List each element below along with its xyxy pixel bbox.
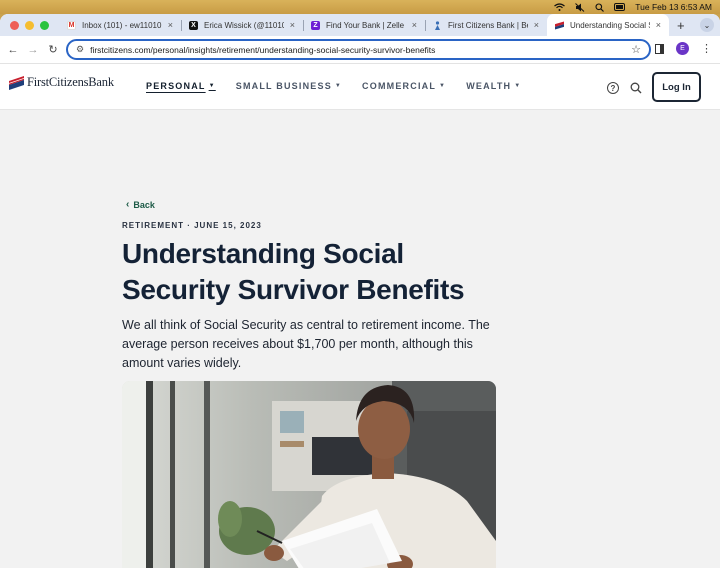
tab-title: Find Your Bank | Zelle En <box>326 20 406 30</box>
minimize-window-button[interactable] <box>25 20 34 30</box>
wifi-icon[interactable] <box>554 3 566 11</box>
tab-title: Inbox (101) - ew11010@g <box>82 20 162 30</box>
zelle-icon: Z <box>311 20 320 30</box>
tab-zelle[interactable]: Z Find Your Bank | Zelle En × <box>303 14 425 36</box>
nav-label: SMALL BUSINESS <box>235 81 332 91</box>
first-citizens-flag-logo-icon <box>9 75 24 90</box>
close-tab-icon[interactable]: × <box>168 20 173 30</box>
tab-gmail-inbox[interactable]: M Inbox (101) - ew11010@g × <box>59 14 181 36</box>
article-title-line: Understanding Social <box>122 238 404 269</box>
back-link[interactable]: ‹ Back <box>126 199 155 210</box>
side-panel-icon[interactable] <box>655 43 664 54</box>
tab-title: First Citizens Bank | Bett <box>448 20 528 30</box>
x-icon: X <box>189 20 198 30</box>
gmail-icon: M <box>67 20 76 30</box>
macos-menu-bar: Tue Feb 13 6:53 AM <box>0 0 720 14</box>
url-text[interactable]: firstcitizens.com/personal/insights/reti… <box>90 45 631 55</box>
lede-line: average person receives about $1,700 per… <box>122 337 473 351</box>
nav-label: COMMERCIAL <box>362 81 437 91</box>
new-tab-button[interactable]: + <box>669 14 693 36</box>
firstcitizens-icon <box>433 20 442 30</box>
tab-title: Erica Wissick (@11010er <box>204 20 284 30</box>
logo-text: FirstCitizensBank <box>27 75 114 89</box>
browser-toolbar: ← → ↻ ⚙ firstcitizens.com/personal/insig… <box>0 36 720 64</box>
audio-muted-icon[interactable] <box>575 2 585 12</box>
chevron-left-icon: ‹ <box>126 199 130 210</box>
caret-down-icon: ▼ <box>439 83 447 89</box>
bookmark-star-icon[interactable]: ☆ <box>631 43 641 56</box>
tab-strip: M Inbox (101) - ew11010@g × X Erica Wiss… <box>0 14 720 36</box>
close-tab-icon[interactable]: × <box>412 20 417 30</box>
caret-down-icon: ▼ <box>208 83 216 89</box>
nav-commercial[interactable]: COMMERCIAL ▼ <box>362 81 446 91</box>
menubar-clock[interactable]: Tue Feb 13 6:53 AM <box>635 2 712 12</box>
article-title-line: Security Survivor Benefits <box>122 274 465 305</box>
article-page: ‹ Back RETIREMENT · JUNE 15, 2023 Unders… <box>0 110 720 568</box>
site-header: FirstCitizensBank PERSONAL ▼ SMALL BUSINE… <box>0 64 720 110</box>
reload-icon[interactable]: ↻ <box>43 43 63 56</box>
site-settings-icon[interactable]: ⚙ <box>76 44 84 55</box>
tab-first-citizens-home[interactable]: First Citizens Bank | Bett × <box>425 14 547 36</box>
close-tab-icon[interactable]: × <box>656 20 661 30</box>
article-title: Understanding Social Security Survivor B… <box>122 236 522 308</box>
zoom-window-button[interactable] <box>40 20 49 30</box>
tab-x-profile[interactable]: X Erica Wissick (@11010er × <box>181 14 303 36</box>
close-window-button[interactable] <box>10 20 19 30</box>
nav-label: WEALTH <box>466 81 512 91</box>
caret-down-icon: ▼ <box>334 83 343 89</box>
article-lede: We all think of Social Security as centr… <box>122 316 502 373</box>
nav-small-business[interactable]: SMALL BUSINESS ▼ <box>236 81 342 91</box>
close-tab-icon[interactable]: × <box>290 20 295 30</box>
control-center-icon[interactable] <box>614 3 626 11</box>
login-button[interactable]: Log In <box>652 72 701 102</box>
browser-menu-icon[interactable]: ⋮ <box>701 42 712 55</box>
search-icon[interactable] <box>630 82 642 94</box>
close-tab-icon[interactable]: × <box>534 20 539 30</box>
tab-understanding-social-security[interactable]: Understanding Social Se × <box>547 14 669 36</box>
browser-window: M Inbox (101) - ew11010@g × X Erica Wiss… <box>0 14 720 568</box>
first-citizens-logo[interactable]: FirstCitizensBank <box>9 75 114 90</box>
lede-line: We all think of Social Security as centr… <box>122 318 490 332</box>
window-controls <box>0 14 59 36</box>
back-label: Back <box>133 199 155 210</box>
main-nav: PERSONAL ▼ SMALL BUSINESS ▼ COMMERCIAL ▼ WE… <box>146 81 541 91</box>
spotlight-search-icon[interactable] <box>595 2 605 12</box>
address-bar[interactable]: ⚙ firstcitizens.com/personal/insights/re… <box>66 39 651 60</box>
profile-avatar[interactable]: E <box>676 42 689 55</box>
help-icon[interactable]: ? <box>607 82 619 94</box>
lede-line: amount varies widely. <box>122 356 242 370</box>
hero-image <box>122 381 496 568</box>
article-category-date: RETIREMENT · JUNE 15, 2023 <box>122 221 262 230</box>
nav-personal[interactable]: PERSONAL ▼ <box>146 81 216 91</box>
nav-wealth[interactable]: WEALTH ▼ <box>466 81 521 91</box>
tab-search-chevron-icon[interactable]: ⌄ <box>700 18 714 32</box>
tab-title: Understanding Social Se <box>570 20 650 30</box>
forward-arrow-icon[interactable]: → <box>23 44 43 56</box>
nav-label: PERSONAL <box>146 81 206 91</box>
back-arrow-icon[interactable]: ← <box>3 44 23 56</box>
caret-down-icon: ▼ <box>514 83 522 89</box>
woman-reading-documents-photo <box>122 381 496 568</box>
firstcitizens-flag-icon <box>555 20 564 30</box>
